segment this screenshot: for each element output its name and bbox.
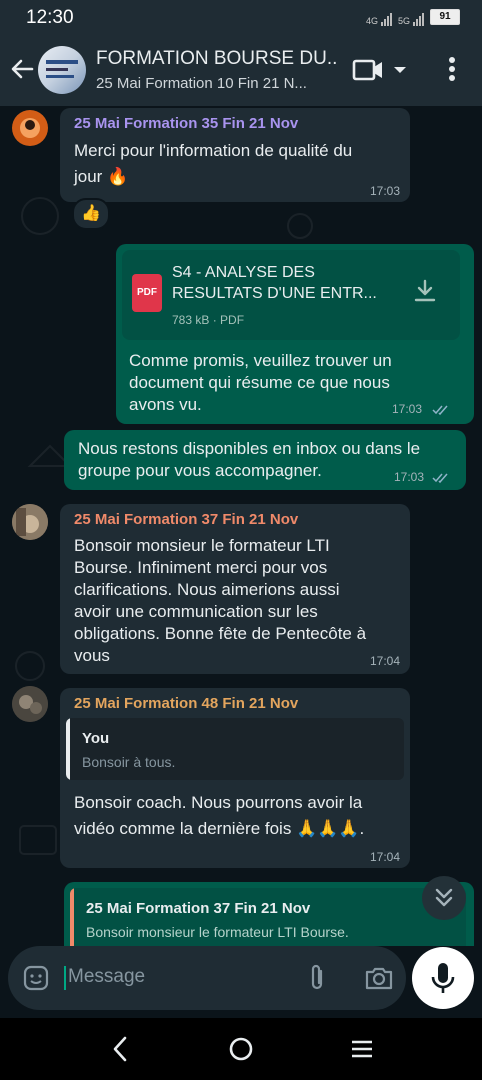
quoted-message[interactable]: You Bonsoir à tous. [66,718,404,780]
message-text: avons vu. [129,395,202,414]
signal-5g-icon: 5G [398,8,424,26]
message-time: 17:04 [369,850,400,864]
document-title: S4 - ANALYSE DES [172,264,315,281]
read-ticks-icon [432,405,448,416]
quoted-message[interactable]: 25 Mai Formation 37 Fin 21 Nov Bonsoir m… [70,888,466,946]
camera-icon[interactable] [364,965,394,991]
message-text: groupe pour vous accompagner. [78,461,322,480]
more-options-icon[interactable] [444,54,460,84]
battery-icon: 91 [430,9,460,25]
system-nav-bar [0,1018,482,1080]
message-text: avoir une communication sur les [74,602,318,621]
signal-5g-label: 5G [397,16,410,26]
double-chevron-down-icon [435,888,453,907]
message-bubble-incoming[interactable]: 25 Mai Formation 48 Fin 21 Nov You Bonso… [60,688,410,868]
status-bar: 12:30 4G 5G 91 [0,0,482,34]
microphone-icon [431,963,455,993]
nav-recents-icon[interactable] [350,1038,374,1060]
document-title: RESULTATS D'UNE ENTR... [172,285,377,302]
signal-4g-label: 4G [365,16,378,26]
chat-title[interactable]: FORMATION BOURSE DU... [96,48,336,70]
message-text: Merci pour l'information de qualité du [74,141,353,160]
message-bubble-outgoing[interactable]: Nous restons disponibles en inbox ou dan… [64,430,466,490]
message-text: document qui résume ce que nous [129,373,390,392]
sender-avatar[interactable] [12,110,48,146]
message-text: vidéo comme la dernière fois 🙏🙏🙏. [74,819,365,838]
message-time: 17:03 [392,402,423,416]
pdf-file-icon: PDF [132,274,162,312]
message-time: 17:04 [369,654,400,668]
message-bubble-incoming[interactable]: 25 Mai Formation 35 Fin 21 Nov Merci pou… [60,108,410,202]
quote-author: 25 Mai Formation 37 Fin 21 Nov [86,900,311,917]
message-time: 17:03 [394,470,425,484]
message-input-bar: Message [8,946,406,1010]
message-bubble-outgoing[interactable]: PDF S4 - ANALYSE DES RESULTATS D'UNE ENT… [116,244,474,424]
voice-message-button[interactable] [412,947,474,1009]
message-text: clarifications. Nous aimerions aussi [74,580,340,599]
signal-4g-icon: 4G [366,8,392,26]
message-text: jour 🔥 [74,167,129,186]
message-text: Bourse. Infiniment merci pour vos [74,558,328,577]
document-attachment[interactable]: PDF S4 - ANALYSE DES RESULTATS D'UNE ENT… [122,250,460,340]
chat-messages[interactable]: 25 Mai Formation 35 Fin 21 Nov Merci pou… [0,106,482,946]
chat-header: FORMATION BOURSE DU... 25 Mai Formation … [0,34,482,106]
call-dropdown-icon[interactable] [392,62,408,78]
message-input[interactable]: Message [68,966,145,988]
nav-back-icon[interactable] [110,1035,130,1063]
read-ticks-icon [432,473,448,484]
message-text: obligations. Bonne fête de Pentecôte à [74,624,367,643]
message-sender[interactable]: 25 Mai Formation 35 Fin 21 Nov [74,115,298,132]
video-call-icon[interactable] [352,57,384,83]
quote-bar [70,888,74,946]
message-bubble-outgoing[interactable]: 25 Mai Formation 37 Fin 21 Nov Bonsoir m… [64,882,474,946]
message-text: Comme promis, veuillez trouver un [129,351,392,370]
message-text: vous [74,646,110,665]
message-text: Bonsoir coach. Nous pourrons avoir la [74,793,363,812]
quote-author: You [82,730,110,747]
text-cursor [64,966,66,990]
quote-text: Bonsoir monsieur le formateur LTI Bourse… [86,924,349,940]
message-time: 17:03 [369,184,400,198]
message-sender[interactable]: 25 Mai Formation 37 Fin 21 Nov [74,511,298,528]
message-text: Nous restons disponibles en inbox ou dan… [78,439,421,458]
message-sender[interactable]: 25 Mai Formation 48 Fin 21 Nov [74,695,298,712]
download-icon[interactable] [412,278,438,304]
nav-home-icon[interactable] [228,1036,254,1062]
sender-avatar[interactable] [12,686,48,722]
chat-subtitle[interactable]: 25 Mai Formation 10 Fin 21 N... [96,75,336,92]
quote-bar [66,718,70,780]
quote-text: Bonsoir à tous. [82,754,176,770]
message-text: Bonsoir monsieur le formateur LTI [74,536,330,555]
document-meta: 783 kB · PDF [172,313,245,327]
emoji-sticker-icon[interactable] [22,964,50,992]
message-bubble-incoming[interactable]: 25 Mai Formation 37 Fin 21 Nov Bonsoir m… [60,504,410,674]
scroll-to-bottom-button[interactable] [422,876,466,920]
pdf-badge-label: PDF [137,287,157,298]
reaction-badge[interactable]: 👍 [72,198,110,230]
back-arrow-icon[interactable] [8,54,36,84]
thumbs-up-icon: 👍 [81,205,101,222]
group-avatar[interactable] [38,46,86,94]
sender-avatar[interactable] [12,504,48,540]
status-time: 12:30 [26,7,74,28]
attach-icon[interactable] [306,963,328,993]
status-icons: 4G 5G 91 [366,8,460,26]
